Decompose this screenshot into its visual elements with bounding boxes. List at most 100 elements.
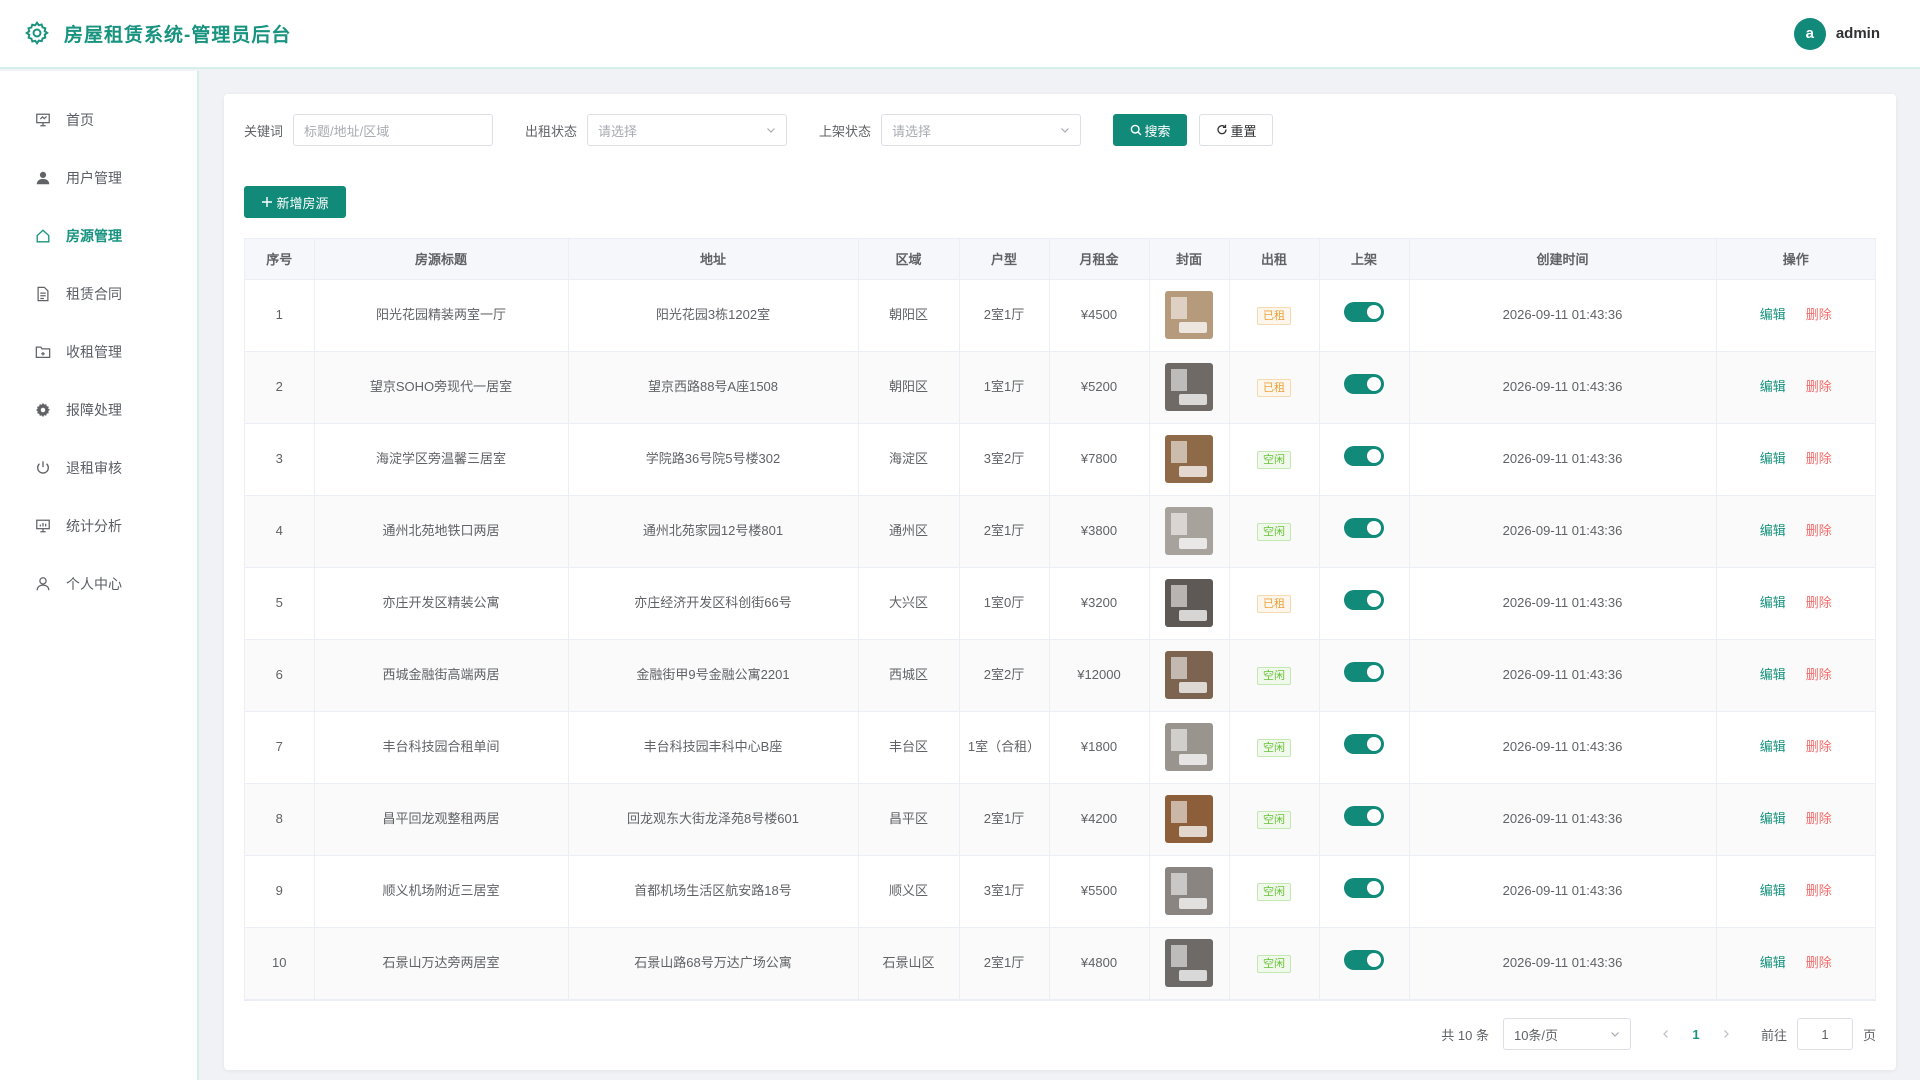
delete-button[interactable]: 删除 [1806,739,1832,754]
delete-button[interactable]: 删除 [1806,523,1832,538]
edit-button[interactable]: 编辑 [1760,883,1786,898]
edit-button[interactable]: 编辑 [1760,523,1786,538]
delete-button[interactable]: 删除 [1806,595,1832,610]
status-badge: 已租 [1257,307,1291,325]
cover-image[interactable] [1165,363,1213,411]
delete-button[interactable]: 删除 [1806,667,1832,682]
shelf-toggle[interactable] [1344,949,1384,970]
column-header: 上架 [1319,239,1410,280]
add-house-button[interactable]: 新增房源 [244,186,346,218]
delete-button[interactable]: 删除 [1806,811,1832,826]
sidebar-item-label: 退租审核 [66,460,122,476]
cover-image[interactable] [1165,867,1213,915]
shelf-toggle[interactable] [1344,373,1384,394]
shelf-toggle[interactable] [1344,301,1384,322]
next-page-icon[interactable] [1711,1029,1741,1039]
sidebar-item-label: 首页 [66,112,94,128]
cover-image[interactable] [1165,939,1213,987]
cover-image[interactable] [1165,795,1213,843]
sidebar-item-users[interactable]: 用户管理 [0,149,197,207]
cover-image[interactable] [1165,435,1213,483]
cell-no: 6 [245,639,315,712]
reset-button[interactable]: 重置 [1199,114,1274,146]
sidebar-item-houses[interactable]: 房源管理 [0,207,197,265]
cell-district: 丰台区 [858,711,960,784]
shelf-toggle[interactable] [1344,445,1384,466]
cell-address: 亦庄经济开发区科创街66号 [568,567,859,640]
edit-button[interactable]: 编辑 [1760,739,1786,754]
edit-button[interactable]: 编辑 [1760,595,1786,610]
page-size-select[interactable]: 10条/页 [1502,1018,1631,1050]
cell-shelf [1319,567,1410,640]
delete-button[interactable]: 删除 [1806,451,1832,466]
avatar[interactable]: a [1793,17,1826,50]
edit-button[interactable]: 编辑 [1760,811,1786,826]
edit-button[interactable]: 编辑 [1760,667,1786,682]
power-icon [34,459,52,477]
cell-actions: 编辑 删除 [1716,279,1875,352]
sidebar-item-repairs[interactable]: 报障处理 [0,381,197,439]
cell-district: 昌平区 [858,783,960,856]
prev-page-icon[interactable] [1651,1029,1681,1039]
shelf-toggle[interactable] [1344,661,1384,682]
cell-layout: 3室2厅 [959,423,1050,496]
cover-image[interactable] [1165,579,1213,627]
shelf-toggle[interactable] [1344,517,1384,538]
delete-button[interactable]: 删除 [1806,379,1832,394]
sidebar-item-statistics[interactable]: 统计分析 [0,497,197,555]
keyword-input[interactable]: 标题/地址/区域 [293,114,494,146]
cell-created: 2026-09-11 01:43:36 [1409,639,1717,712]
cover-image[interactable] [1165,651,1213,699]
sidebar-item-checkout-review[interactable]: 退租审核 [0,439,197,497]
table-row: 8 昌平回龙观整租两居 回龙观东大街龙泽苑8号楼601 昌平区 2室1厅 ¥4200 空闲 2… [245,783,1875,856]
edit-button[interactable]: 编辑 [1760,451,1786,466]
document-icon [34,285,52,303]
user-name[interactable]: admin [1836,25,1880,42]
folder-icon [34,343,52,361]
status-badge: 空闲 [1257,811,1291,829]
table-row: 1 阳光花园精装两室一厅 阳光花园3栋1202室 朝阳区 2室1厅 ¥4500 已租 2026… [245,279,1875,352]
cell-layout: 2室1厅 [959,927,1050,1000]
cell-cover [1149,279,1230,352]
column-header: 区域 [858,239,960,280]
goto-page-input[interactable]: 1 [1796,1018,1853,1050]
shelf-toggle[interactable] [1344,589,1384,610]
search-button[interactable]: 搜索 [1113,114,1188,146]
cell-rent: ¥5200 [1049,351,1150,424]
cell-no: 5 [245,567,315,640]
refresh-icon [1216,124,1228,136]
shelf-toggle[interactable] [1344,733,1384,754]
rent-status-select[interactable]: 请选择 [587,114,788,146]
cell-no: 3 [245,423,315,496]
cell-created: 2026-09-11 01:43:36 [1409,927,1717,1000]
keyword-placeholder: 标题/地址/区域 [304,123,390,139]
edit-button[interactable]: 编辑 [1760,307,1786,322]
cell-layout: 2室1厅 [959,495,1050,568]
brand: 房屋租赁系统-管理员后台 [24,20,291,48]
sidebar-item-home[interactable]: 首页 [0,91,197,149]
cell-rent: ¥12000 [1049,639,1150,712]
sidebar-item-profile[interactable]: 个人中心 [0,555,197,613]
delete-button[interactable]: 删除 [1806,955,1832,970]
sidebar-item-rent-collection[interactable]: 收租管理 [0,323,197,381]
shelf-status-select[interactable]: 请选择 [881,114,1082,146]
page-number[interactable]: 1 [1681,1027,1711,1042]
sidebar-item-contracts[interactable]: 租赁合同 [0,265,197,323]
cover-image[interactable] [1165,291,1213,339]
shelf-status-label: 上架状态 [819,123,872,139]
shelf-toggle[interactable] [1344,805,1384,826]
cover-image[interactable] [1165,507,1213,555]
table-row: 10 石景山万达旁两居室 石景山路68号万达广场公寓 石景山区 2室1厅 ¥4800 空闲 2… [245,927,1875,1000]
delete-button[interactable]: 删除 [1806,307,1832,322]
cell-cover [1149,783,1230,856]
cell-title: 亦庄开发区精装公寓 [314,567,569,640]
user-menu[interactable]: a admin [1793,17,1880,50]
status-badge: 空闲 [1257,883,1291,901]
delete-button[interactable]: 删除 [1806,883,1832,898]
edit-button[interactable]: 编辑 [1760,955,1786,970]
plus-icon [261,196,273,208]
cover-image[interactable] [1165,723,1213,771]
edit-button[interactable]: 编辑 [1760,379,1786,394]
shelf-toggle[interactable] [1344,877,1384,898]
sidebar-item-label: 房源管理 [66,228,122,244]
